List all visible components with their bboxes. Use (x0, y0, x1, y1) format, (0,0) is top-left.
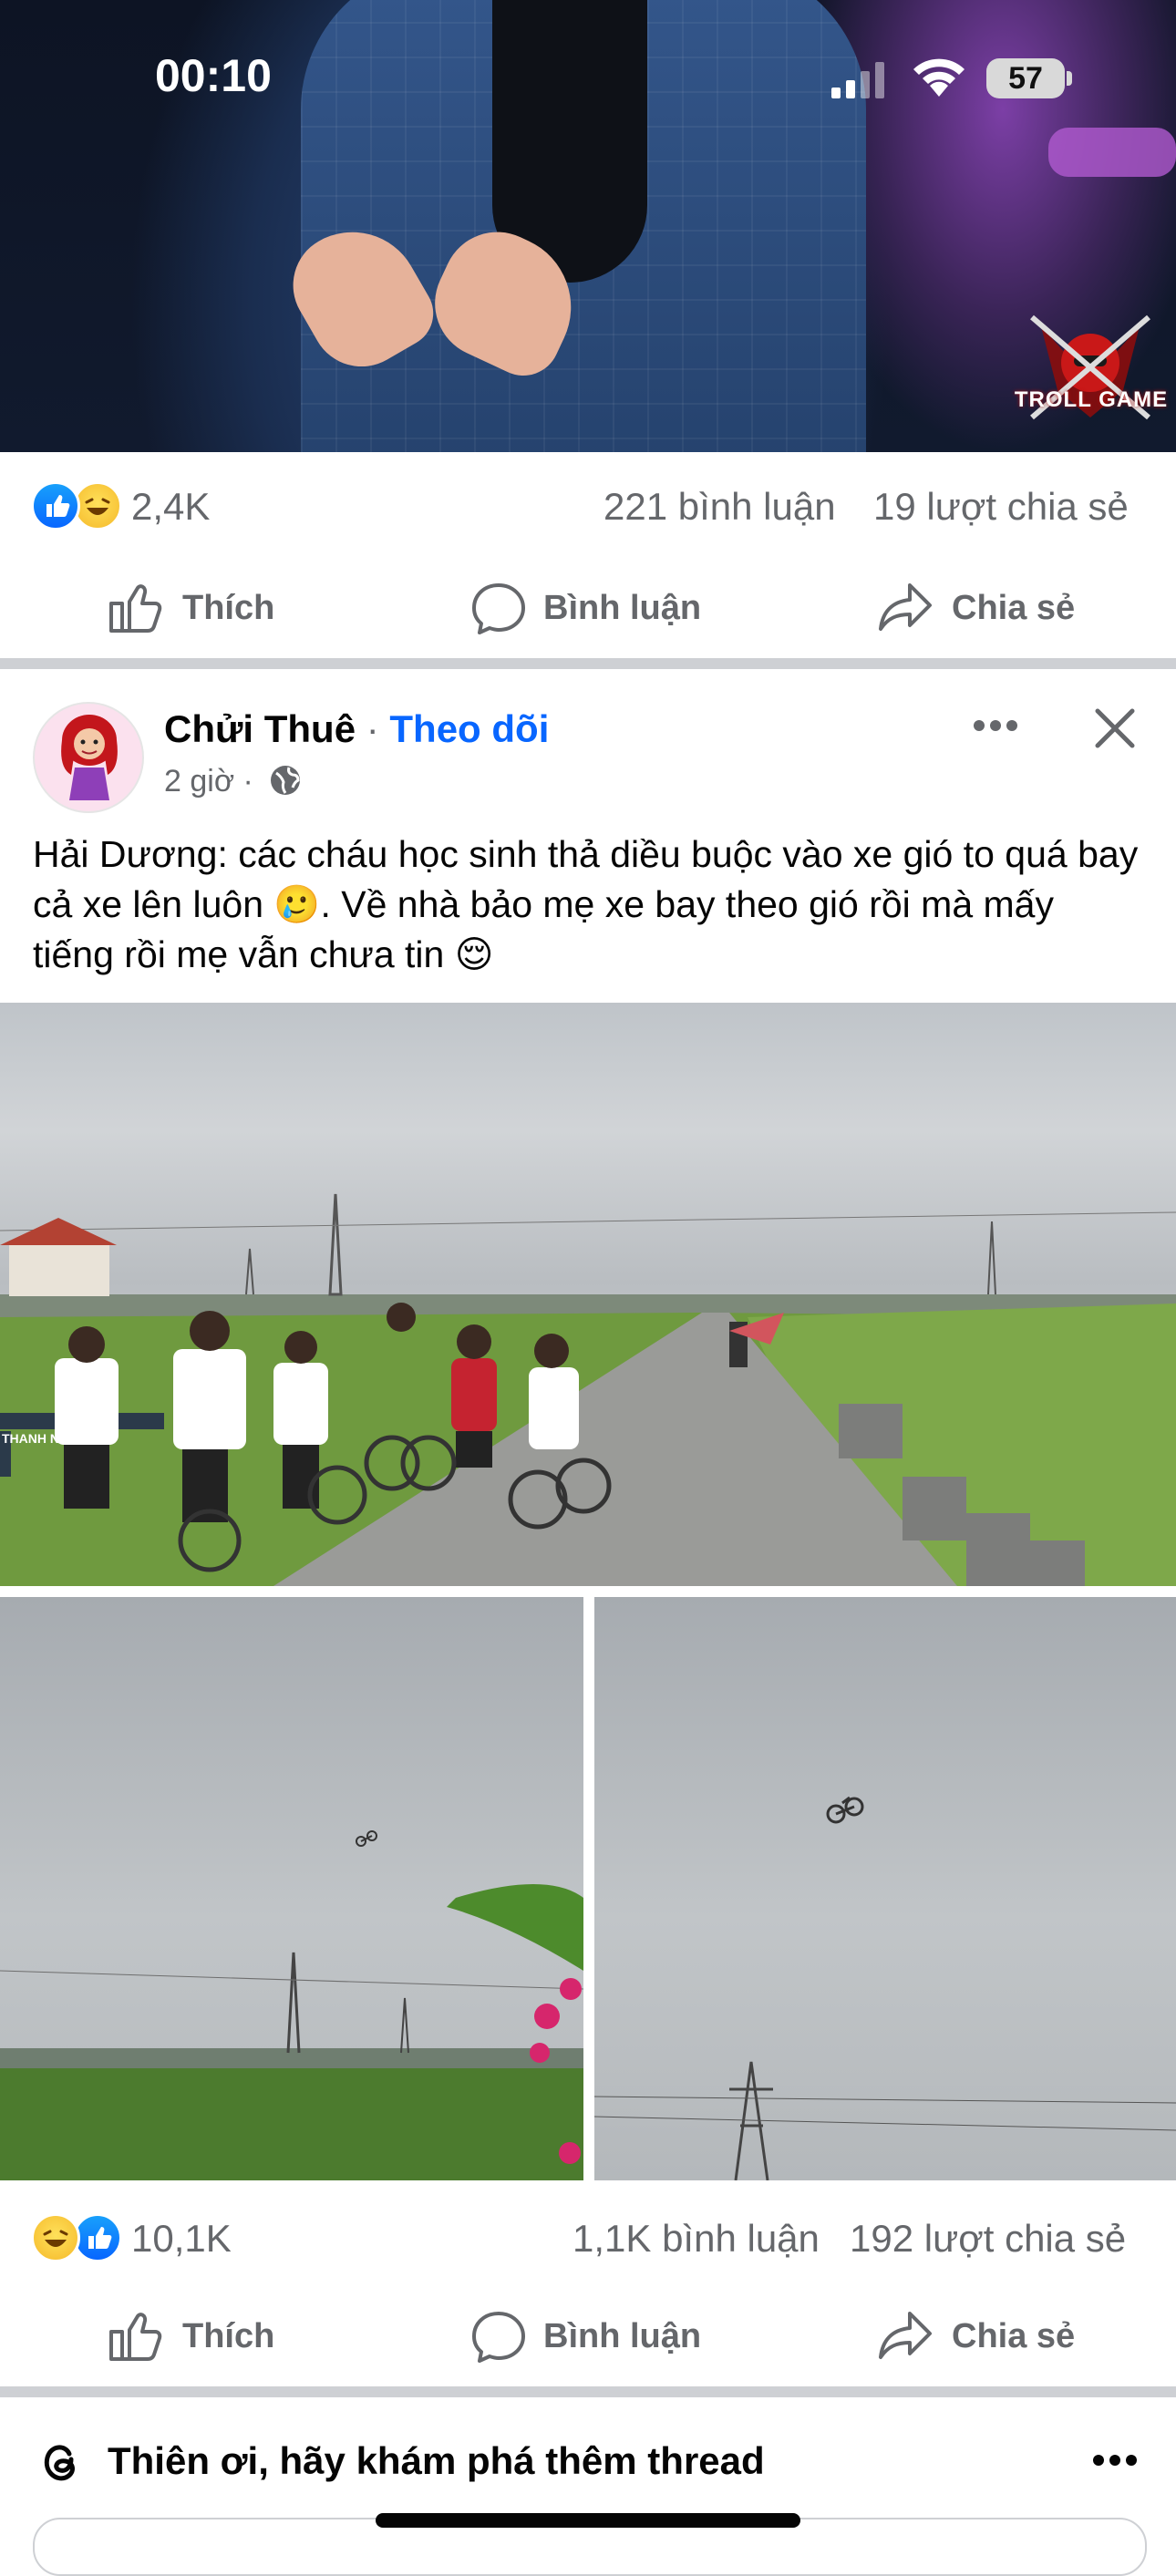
comment-bubble-icon (472, 2312, 525, 2363)
share-button[interactable]: Chia sẻ (877, 2303, 1096, 2366)
post-comment-count[interactable]: 1,1K bình luận (573, 2217, 820, 2261)
post-text: Hải Dương: các cháu học sinh thả diều bu… (33, 829, 1145, 980)
wifi-icon (913, 58, 965, 97)
author-avatar[interactable] (33, 702, 144, 813)
post-time[interactable]: 2 giờ · (164, 764, 253, 799)
comment-label: Bình luận (543, 589, 702, 627)
comment-button[interactable]: Bình luận (470, 2303, 707, 2366)
post-photo-kids-road[interactable]: THANH NHÀN (0, 1003, 1176, 1586)
post-share-count[interactable]: 192 lượt chia sẻ (850, 2217, 1126, 2261)
more-dots-icon[interactable] (1092, 2454, 1138, 2467)
post-reaction-count[interactable]: 10,1K (131, 2217, 232, 2261)
post-reaction-bar: 10,1K 1,1K bình luận 192 lượt chia sẻ (0, 2184, 1176, 2288)
haha-reaction-icon (31, 2213, 80, 2262)
more-dots-icon[interactable] (972, 718, 1019, 733)
globe-icon (271, 766, 301, 795)
post-photo-sky-bike[interactable] (594, 1597, 1176, 2180)
top-post-reaction-bar: 2,4K 221 bình luận 19 lượt chia sẻ (0, 452, 1176, 556)
like-reaction-icon (73, 2213, 122, 2262)
threads-promo-label: Thiên ơi, hãy khám phá thêm thread (108, 2439, 765, 2482)
thumbs-up-icon (109, 584, 162, 633)
top-post-comment-count[interactable]: 221 bình luận (603, 485, 836, 529)
comment-button[interactable]: Bình luận (470, 574, 707, 638)
like-label: Thích (182, 2317, 275, 2355)
battery-indicator: 57 (986, 58, 1065, 98)
comment-label: Bình luận (543, 2317, 702, 2355)
stage-light (1048, 128, 1176, 177)
top-post-action-bar: Thích Bình luận Chia sẻ (0, 556, 1176, 656)
haha-reaction-icon (73, 481, 122, 531)
bench-sign: THANH NHÀN (2, 1431, 88, 1446)
top-post-share-count[interactable]: 19 lượt chia sẻ (873, 485, 1129, 529)
home-indicator[interactable] (376, 2513, 800, 2528)
follow-button[interactable]: Theo dõi (389, 707, 549, 750)
author-name[interactable]: Chửi Thuê (164, 707, 356, 750)
like-button[interactable]: Thích (108, 2303, 335, 2366)
top-post-reaction-count[interactable]: 2,4K (131, 485, 210, 529)
like-reaction-icon (31, 481, 80, 531)
share-label: Chia sẻ (952, 589, 1076, 627)
battery-tip (1067, 71, 1072, 86)
share-arrow-icon (879, 583, 932, 631)
troll-game-logo (1030, 314, 1150, 420)
relieved-emoji: 😌 (454, 933, 494, 975)
share-arrow-icon (879, 2312, 932, 2359)
post-action-bar: Thích Bình luận Chia sẻ (0, 2284, 1176, 2385)
post-time-row: 2 giờ · (164, 764, 302, 799)
share-label: Chia sẻ (952, 2317, 1076, 2355)
crying-emoji: 🥲 (273, 883, 321, 925)
threads-logo-icon (44, 2445, 75, 2481)
cellular-signal-icon (831, 62, 884, 98)
close-icon[interactable] (1092, 706, 1138, 751)
share-button[interactable]: Chia sẻ (877, 574, 1096, 638)
like-button[interactable]: Thích (108, 574, 335, 638)
feed-divider (0, 658, 1176, 669)
thumbs-up-icon (109, 2313, 162, 2361)
logo-text: TROLL GAME (1014, 387, 1169, 412)
feed-divider (0, 2386, 1176, 2397)
like-label: Thích (182, 589, 275, 627)
author-separator: · (356, 707, 390, 750)
status-time: 00:10 (155, 50, 272, 101)
post-photo-field-bike[interactable] (0, 1597, 583, 2180)
comment-bubble-icon (472, 583, 525, 634)
post-author-line: Chửi Thuê · Theo dõi (164, 707, 549, 751)
